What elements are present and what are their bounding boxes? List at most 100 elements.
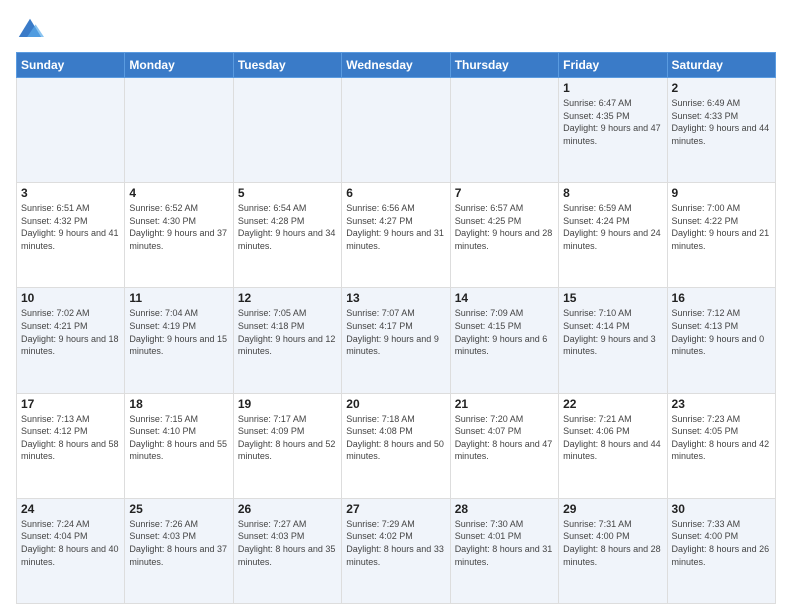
header-area (16, 16, 776, 44)
day-info: Sunrise: 7:27 AM Sunset: 4:03 PM Dayligh… (238, 518, 337, 568)
day-number: 21 (455, 397, 554, 411)
calendar-table: SundayMondayTuesdayWednesdayThursdayFrid… (16, 52, 776, 604)
calendar-cell (342, 78, 450, 183)
calendar-cell: 22 Sunrise: 7:21 AM Sunset: 4:06 PM Dayli… (559, 393, 667, 498)
calendar-cell: 21Sunrise: 7:20 AM Sunset: 4:07 PM Dayli… (450, 393, 558, 498)
calendar-cell (450, 78, 558, 183)
day-number: 9 (672, 186, 771, 200)
day-info: Sunrise: 7:04 AM Sunset: 4:19 PM Dayligh… (129, 307, 228, 357)
day-info: Sunrise: 6:52 AM Sunset: 4:30 PM Dayligh… (129, 202, 228, 252)
day-info: Sunrise: 7:18 AM Sunset: 4:08 PM Dayligh… (346, 413, 445, 463)
calendar-cell: 9 Sunrise: 7:00 AM Sunset: 4:22 PM Daylig… (667, 183, 775, 288)
weekday-header-sunday: Sunday (17, 53, 125, 78)
day-info: Sunrise: 7:21 AM Sunset: 4:06 PM Dayligh… (563, 413, 662, 463)
day-info: Sunrise: 7:29 AM Sunset: 4:02 PM Dayligh… (346, 518, 445, 568)
day-info: Sunrise: 7:26 AM Sunset: 4:03 PM Dayligh… (129, 518, 228, 568)
calendar-cell: 14Sunrise: 7:09 AM Sunset: 4:15 PM Dayli… (450, 288, 558, 393)
day-number: 4 (129, 186, 228, 200)
day-number: 6 (346, 186, 445, 200)
day-info: Sunrise: 7:13 AM Sunset: 4:12 PM Dayligh… (21, 413, 120, 463)
calendar-cell (17, 78, 125, 183)
day-number: 26 (238, 502, 337, 516)
day-info: Sunrise: 6:57 AM Sunset: 4:25 PM Dayligh… (455, 202, 554, 252)
weekday-header-monday: Monday (125, 53, 233, 78)
calendar-week-row: 3Sunrise: 6:51 AM Sunset: 4:32 PM Daylig… (17, 183, 776, 288)
day-number: 1 (563, 81, 662, 95)
day-number: 22 (563, 397, 662, 411)
day-info: Sunrise: 7:15 AM Sunset: 4:10 PM Dayligh… (129, 413, 228, 463)
calendar-cell: 13 Sunrise: 7:07 AM Sunset: 4:17 PM Dayli… (342, 288, 450, 393)
calendar-cell: 16 Sunrise: 7:12 AM Sunset: 4:13 PM Dayli… (667, 288, 775, 393)
weekday-header-thursday: Thursday (450, 53, 558, 78)
day-info: Sunrise: 7:07 AM Sunset: 4:17 PM Dayligh… (346, 307, 445, 357)
day-number: 18 (129, 397, 228, 411)
weekday-header-wednesday: Wednesday (342, 53, 450, 78)
calendar-cell: 11 Sunrise: 7:04 AM Sunset: 4:19 PM Dayli… (125, 288, 233, 393)
day-info: Sunrise: 6:54 AM Sunset: 4:28 PM Dayligh… (238, 202, 337, 252)
day-number: 19 (238, 397, 337, 411)
weekday-header-saturday: Saturday (667, 53, 775, 78)
calendar-cell: 17 Sunrise: 7:13 AM Sunset: 4:12 PM Dayli… (17, 393, 125, 498)
day-number: 28 (455, 502, 554, 516)
calendar-week-row: 17 Sunrise: 7:13 AM Sunset: 4:12 PM Dayli… (17, 393, 776, 498)
day-info: Sunrise: 7:02 AM Sunset: 4:21 PM Dayligh… (21, 307, 120, 357)
day-info: Sunrise: 7:33 AM Sunset: 4:00 PM Dayligh… (672, 518, 771, 568)
calendar-cell (233, 78, 341, 183)
day-number: 17 (21, 397, 120, 411)
day-number: 30 (672, 502, 771, 516)
calendar-week-row: 1 Sunrise: 6:47 AM Sunset: 4:35 PM Daylig… (17, 78, 776, 183)
day-info: Sunrise: 7:24 AM Sunset: 4:04 PM Dayligh… (21, 518, 120, 568)
day-info: Sunrise: 6:51 AM Sunset: 4:32 PM Dayligh… (21, 202, 120, 252)
day-info: Sunrise: 6:59 AM Sunset: 4:24 PM Dayligh… (563, 202, 662, 252)
calendar-cell: 1 Sunrise: 6:47 AM Sunset: 4:35 PM Daylig… (559, 78, 667, 183)
calendar-cell: 23 Sunrise: 7:23 AM Sunset: 4:05 PM Dayli… (667, 393, 775, 498)
calendar-cell: 28 Sunrise: 7:30 AM Sunset: 4:01 PM Dayli… (450, 498, 558, 603)
day-number: 27 (346, 502, 445, 516)
logo (16, 16, 48, 44)
day-number: 2 (672, 81, 771, 95)
day-info: Sunrise: 7:30 AM Sunset: 4:01 PM Dayligh… (455, 518, 554, 568)
calendar-cell: 4 Sunrise: 6:52 AM Sunset: 4:30 PM Daylig… (125, 183, 233, 288)
day-number: 8 (563, 186, 662, 200)
day-info: Sunrise: 7:17 AM Sunset: 4:09 PM Dayligh… (238, 413, 337, 463)
calendar-cell: 25 Sunrise: 7:26 AM Sunset: 4:03 PM Dayli… (125, 498, 233, 603)
calendar-week-row: 10 Sunrise: 7:02 AM Sunset: 4:21 PM Dayli… (17, 288, 776, 393)
calendar-cell (125, 78, 233, 183)
calendar-cell: 15Sunrise: 7:10 AM Sunset: 4:14 PM Dayli… (559, 288, 667, 393)
day-number: 12 (238, 291, 337, 305)
day-number: 25 (129, 502, 228, 516)
day-number: 20 (346, 397, 445, 411)
day-info: Sunrise: 6:47 AM Sunset: 4:35 PM Dayligh… (563, 97, 662, 147)
calendar-cell: 5 Sunrise: 6:54 AM Sunset: 4:28 PM Daylig… (233, 183, 341, 288)
day-number: 15 (563, 291, 662, 305)
day-info: Sunrise: 7:12 AM Sunset: 4:13 PM Dayligh… (672, 307, 771, 357)
day-number: 11 (129, 291, 228, 305)
day-info: Sunrise: 7:09 AM Sunset: 4:15 PM Dayligh… (455, 307, 554, 357)
day-number: 13 (346, 291, 445, 305)
weekday-header-tuesday: Tuesday (233, 53, 341, 78)
calendar-cell: 30 Sunrise: 7:33 AM Sunset: 4:00 PM Dayli… (667, 498, 775, 603)
calendar-cell: 2 Sunrise: 6:49 AM Sunset: 4:33 PM Daylig… (667, 78, 775, 183)
day-info: Sunrise: 7:23 AM Sunset: 4:05 PM Dayligh… (672, 413, 771, 463)
calendar-cell: 3Sunrise: 6:51 AM Sunset: 4:32 PM Daylig… (17, 183, 125, 288)
day-info: Sunrise: 7:00 AM Sunset: 4:22 PM Dayligh… (672, 202, 771, 252)
day-number: 7 (455, 186, 554, 200)
calendar-cell: 26 Sunrise: 7:27 AM Sunset: 4:03 PM Dayli… (233, 498, 341, 603)
day-number: 23 (672, 397, 771, 411)
calendar-cell: 27 Sunrise: 7:29 AM Sunset: 4:02 PM Dayli… (342, 498, 450, 603)
calendar-cell: 6Sunrise: 6:56 AM Sunset: 4:27 PM Daylig… (342, 183, 450, 288)
calendar-cell: 8 Sunrise: 6:59 AM Sunset: 4:24 PM Daylig… (559, 183, 667, 288)
calendar-week-row: 24 Sunrise: 7:24 AM Sunset: 4:04 PM Dayli… (17, 498, 776, 603)
day-info: Sunrise: 6:49 AM Sunset: 4:33 PM Dayligh… (672, 97, 771, 147)
calendar-cell: 24 Sunrise: 7:24 AM Sunset: 4:04 PM Dayli… (17, 498, 125, 603)
calendar-cell: 12Sunrise: 7:05 AM Sunset: 4:18 PM Dayli… (233, 288, 341, 393)
logo-icon (16, 16, 44, 44)
day-number: 24 (21, 502, 120, 516)
day-number: 10 (21, 291, 120, 305)
calendar-cell: 10 Sunrise: 7:02 AM Sunset: 4:21 PM Dayli… (17, 288, 125, 393)
weekday-header-row: SundayMondayTuesdayWednesdayThursdayFrid… (17, 53, 776, 78)
day-number: 5 (238, 186, 337, 200)
weekday-header-friday: Friday (559, 53, 667, 78)
day-number: 16 (672, 291, 771, 305)
calendar-cell: 18 Sunrise: 7:15 AM Sunset: 4:10 PM Dayli… (125, 393, 233, 498)
